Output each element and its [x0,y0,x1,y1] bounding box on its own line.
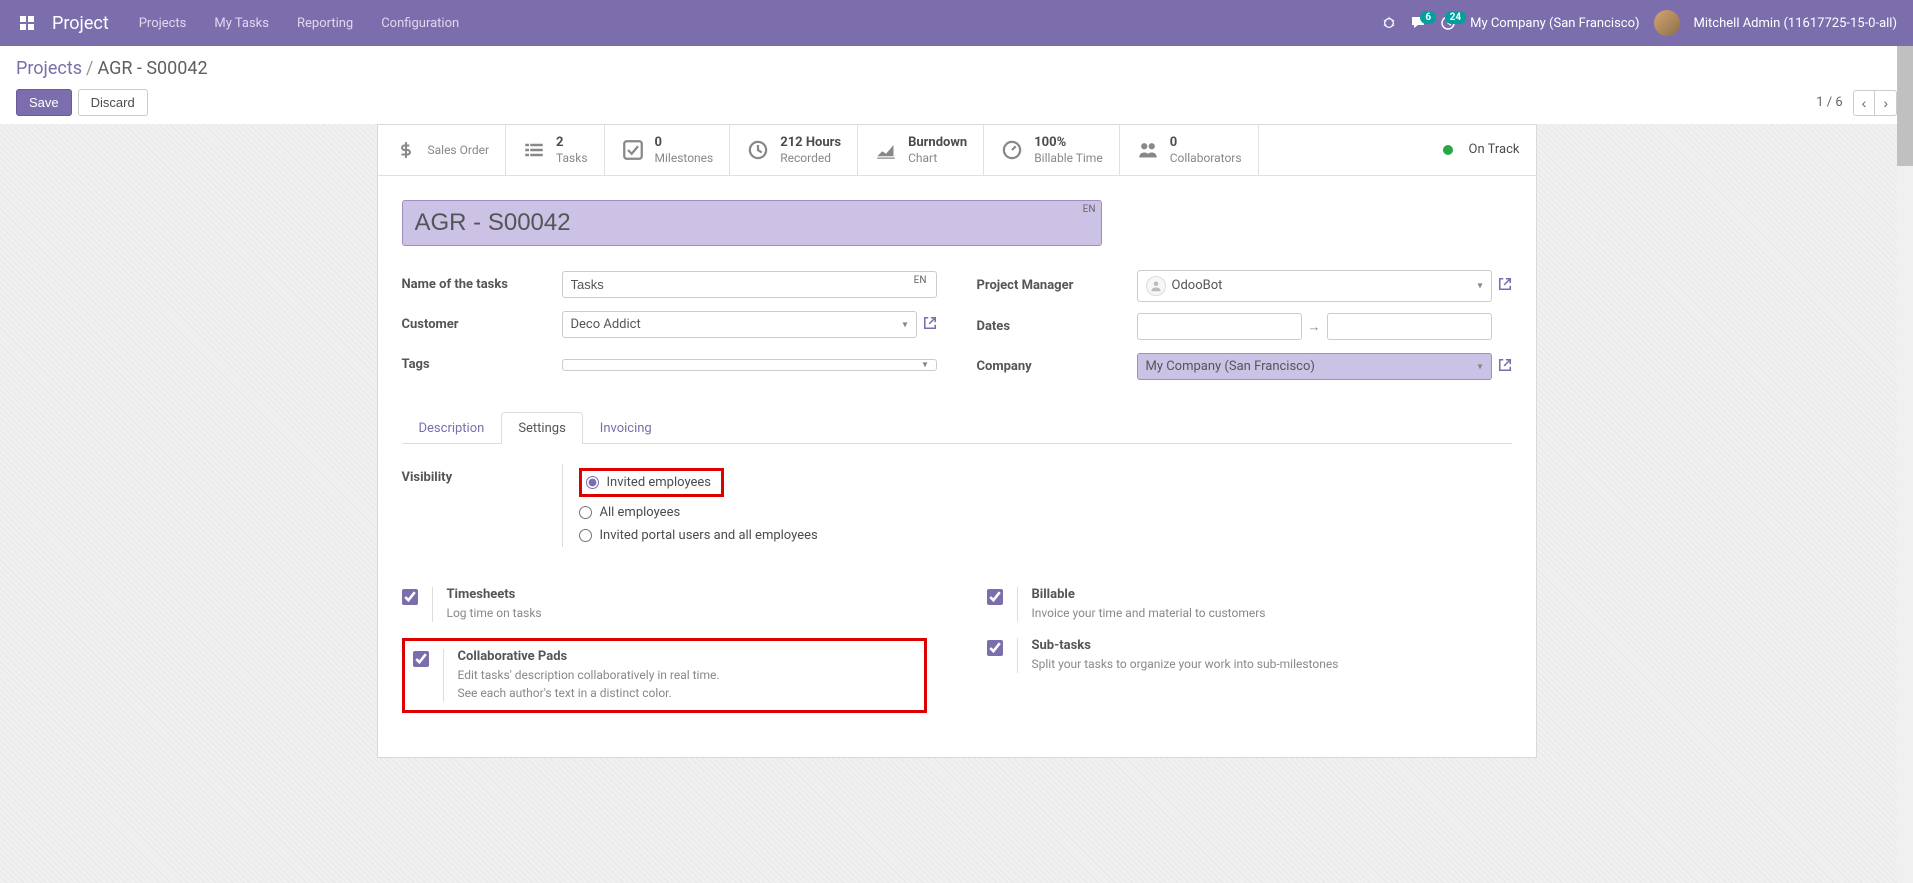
toolbar: Save Discard 1 / 6 ‹ › [16,89,1897,124]
avatar-icon [1146,276,1166,296]
label-dates: Dates [977,319,1137,334]
scrollbar[interactable] [1897,46,1913,883]
radio-portal-users[interactable] [579,529,592,542]
apps-icon[interactable] [16,12,38,34]
status-dot-icon [1443,145,1453,155]
scroll-thumb[interactable] [1897,46,1913,166]
label-tags: Tags [402,357,562,372]
pager-text: 1 / 6 [1816,95,1842,110]
checkbox-collaborative-pads[interactable] [413,651,429,667]
stat-recorded[interactable]: 212 HoursRecorded [730,125,858,175]
nav-menu: Projects My Tasks Reporting Configuratio… [139,16,459,31]
label-manager: Project Manager [977,278,1137,293]
list-icon [522,138,546,162]
highlight-collaborative-pads: Collaborative Pads Edit tasks' descripti… [402,638,927,713]
name-tasks-input[interactable] [562,271,937,298]
label-company: Company [977,359,1137,374]
date-from-input[interactable] [1137,313,1302,340]
tags-select[interactable]: ▾ [562,359,937,371]
discard-button[interactable]: Discard [78,89,148,116]
nav-configuration[interactable]: Configuration [381,16,459,31]
nav-reporting[interactable]: Reporting [297,16,353,31]
user-name[interactable]: Mitchell Admin (11617725-15-0-all) [1694,16,1897,31]
chart-icon [874,138,898,162]
radio-all-employees[interactable] [579,506,592,519]
customer-external-link-icon[interactable] [923,316,937,334]
checkbox-billable[interactable] [987,589,1003,605]
stat-burndown[interactable]: BurndownChart [858,125,984,175]
date-to-input[interactable] [1327,313,1492,340]
dollar-icon [394,138,418,162]
activities-icon[interactable]: 24 [1440,15,1456,31]
gauge-icon [1000,138,1024,162]
check-icon [621,138,645,162]
highlight-invited-employees: Invited employees [579,468,725,497]
stat-collaborators[interactable]: 0Collaborators [1120,125,1259,175]
lang-badge-tasks[interactable]: EN [914,275,927,286]
label-visibility: Visibility [402,464,562,547]
radio-invited-employees[interactable] [586,476,599,489]
messages-icon[interactable]: 6 [1410,15,1426,31]
tab-description[interactable]: Description [402,412,502,444]
navbar: Project Projects My Tasks Reporting Conf… [0,0,1913,46]
pager: 1 / 6 ‹ › [1816,90,1897,116]
manager-select[interactable]: OdooBot▾ [1137,270,1492,302]
nav-my-tasks[interactable]: My Tasks [214,16,269,31]
setting-billable: Billable Invoice your time and material … [987,587,1512,622]
stat-milestones[interactable]: 0Milestones [605,125,731,175]
company-external-link-icon[interactable] [1498,358,1512,376]
manager-external-link-icon[interactable] [1498,277,1512,295]
lang-badge[interactable]: EN [1083,204,1096,215]
save-button[interactable]: Save [16,89,72,116]
app-brand[interactable]: Project [52,13,109,34]
pager-prev[interactable]: ‹ [1853,90,1876,116]
stat-buttons: Sales Order 2Tasks 0Milestones 212 Hours… [378,125,1536,176]
tab-invoicing[interactable]: Invoicing [583,412,669,444]
stat-billable-time[interactable]: 100%Billable Time [984,125,1119,175]
stat-sales-order[interactable]: Sales Order [378,125,507,175]
content-header: Projects/AGR - S00042 Save Discard 1 / 6… [0,46,1913,124]
setting-timesheets: Timesheets Log time on tasks [402,587,927,622]
tab-settings[interactable]: Settings [501,412,582,444]
breadcrumb-parent[interactable]: Projects [16,58,82,79]
debug-icon[interactable] [1382,16,1396,30]
form-sheet: Sales Order 2Tasks 0Milestones 212 Hours… [377,124,1537,758]
company-select[interactable]: My Company (San Francisco)▾ [1137,353,1492,380]
breadcrumb: Projects/AGR - S00042 [16,58,1897,79]
activities-badge: 24 [1445,11,1466,24]
people-icon [1136,138,1160,162]
nav-right: 6 24 My Company (San Francisco) Mitchell… [1382,10,1897,36]
customer-select[interactable]: Deco Addict▾ [562,311,917,338]
setting-collaborative-pads: Collaborative Pads Edit tasks' descripti… [413,649,916,702]
checkbox-subtasks[interactable] [987,640,1003,656]
clock-icon [746,138,770,162]
setting-subtasks: Sub-tasks Split your tasks to organize y… [987,638,1512,713]
tabs: Description Settings Invoicing [402,412,1512,444]
label-customer: Customer [402,317,562,332]
project-title-input[interactable] [402,200,1102,246]
nav-projects[interactable]: Projects [139,16,187,31]
company-selector[interactable]: My Company (San Francisco) [1470,16,1639,31]
breadcrumb-current: AGR - S00042 [97,58,207,79]
pager-next[interactable]: › [1875,90,1897,116]
stat-tasks[interactable]: 2Tasks [506,125,605,175]
user-avatar[interactable] [1654,10,1680,36]
messages-badge: 6 [1420,11,1436,24]
checkbox-timesheets[interactable] [402,589,418,605]
stat-status[interactable]: On Track [1427,125,1536,175]
arrow-right-icon: → [1308,319,1321,335]
label-name-tasks: Name of the tasks [402,277,562,292]
